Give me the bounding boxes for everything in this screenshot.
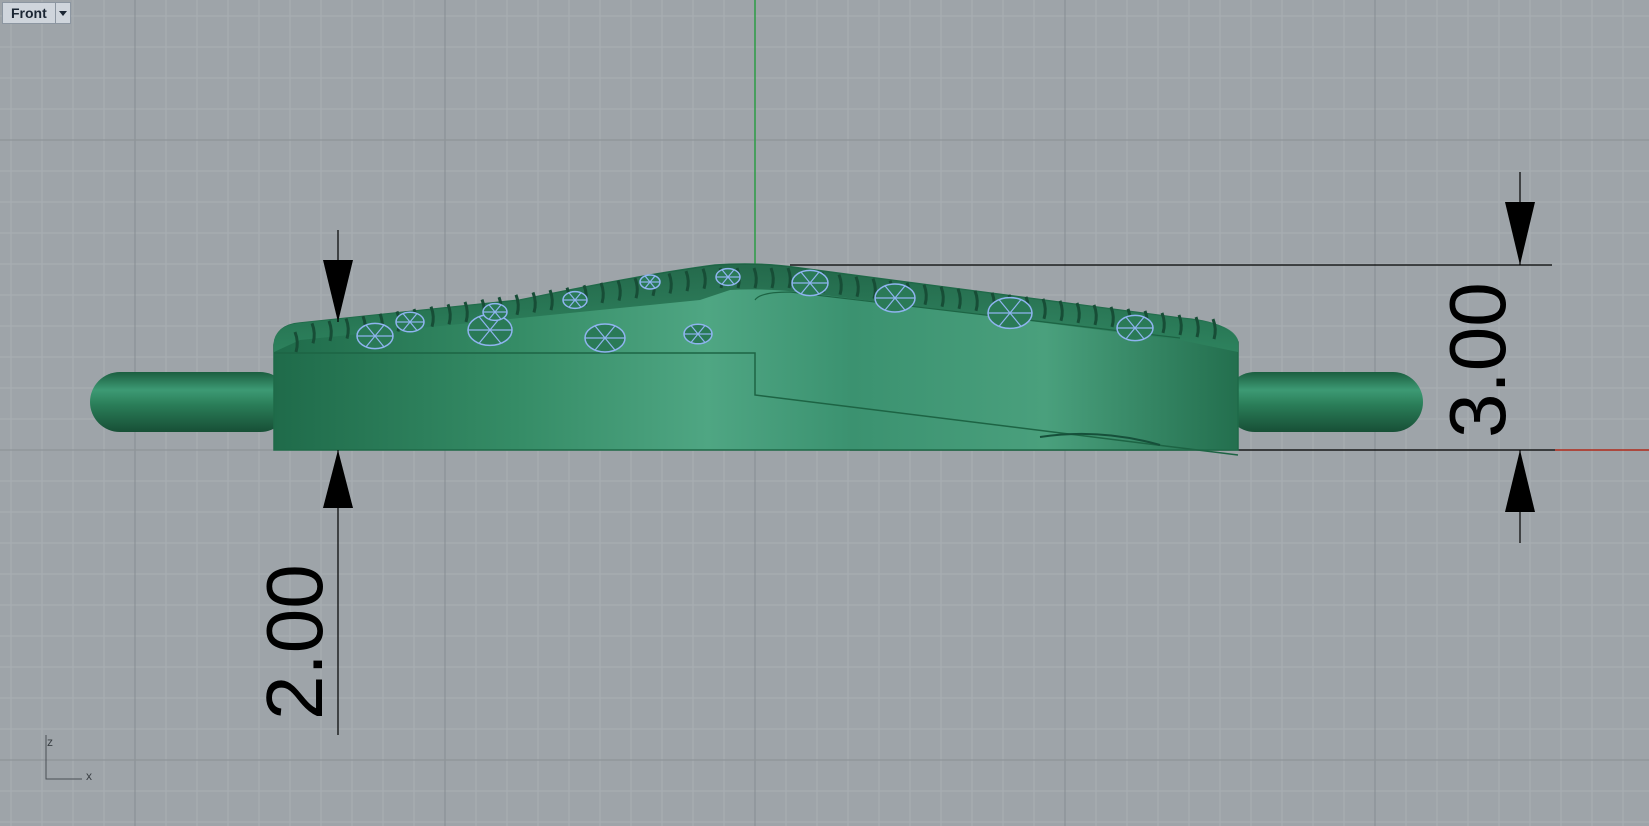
dimension-left[interactable]: 2.00 xyxy=(250,230,353,735)
gemstone[interactable] xyxy=(639,274,661,290)
gemstone[interactable] xyxy=(1116,314,1154,342)
front-viewport[interactable]: 2.00 3.00 z x Front xyxy=(0,0,1649,826)
axis-x-label: x xyxy=(86,769,92,783)
ring-body[interactable] xyxy=(273,263,1239,456)
gemstone[interactable] xyxy=(791,269,829,297)
right-tube[interactable] xyxy=(1225,372,1423,432)
gemstone[interactable] xyxy=(987,296,1033,330)
viewport-title[interactable]: Front xyxy=(3,5,55,21)
gemstone[interactable] xyxy=(562,290,588,310)
viewport-canvas[interactable]: 2.00 3.00 z x xyxy=(0,0,1649,826)
gemstone[interactable] xyxy=(356,322,394,350)
axis-z-label: z xyxy=(47,735,53,749)
gemstone[interactable] xyxy=(683,323,713,345)
gemstone[interactable] xyxy=(395,311,425,333)
dimension-right-value: 3.00 xyxy=(1433,282,1522,438)
dimension-left-value: 2.00 xyxy=(250,564,339,720)
gemstone[interactable] xyxy=(584,323,626,353)
gemstone[interactable] xyxy=(715,267,741,287)
axis-widget: z x xyxy=(45,735,92,783)
chevron-down-icon[interactable] xyxy=(54,3,70,23)
gemstone[interactable] xyxy=(874,283,916,313)
left-tube[interactable] xyxy=(90,372,290,432)
viewport-title-tab[interactable]: Front xyxy=(2,2,71,24)
gemstone[interactable] xyxy=(482,302,508,322)
